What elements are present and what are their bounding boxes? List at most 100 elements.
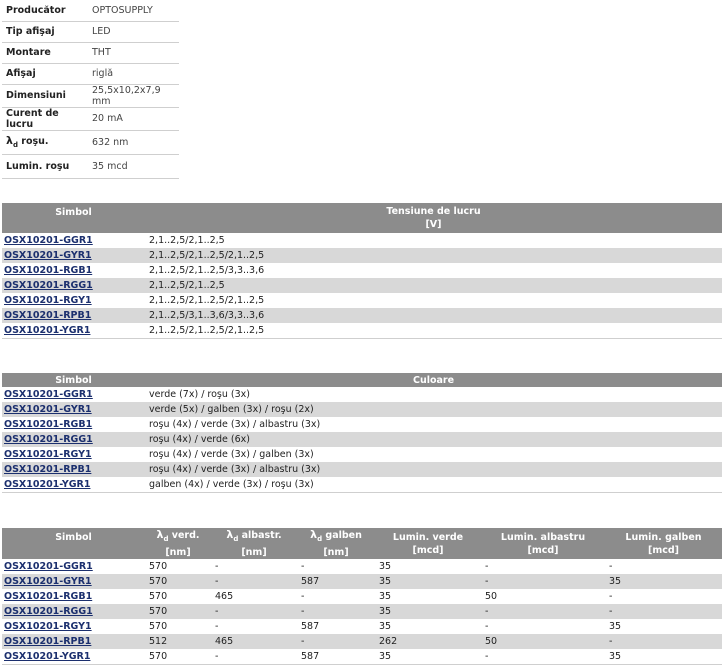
col-header-lumin-verde: Lumin. verde [mcd] bbox=[375, 528, 481, 560]
product-link[interactable]: OSX10201-RGB1 bbox=[4, 419, 92, 430]
spec-value: 35 mcd bbox=[88, 154, 179, 179]
spec-value: 25,5x10,2x7,9 mm bbox=[88, 84, 179, 108]
lambda-galben-cell: - bbox=[301, 561, 305, 573]
table-row: OSX10201-RGB1 2,1..2,5/2,1..2,5/3,3..3,6 bbox=[2, 263, 722, 278]
lambda-galben-cell: 587 bbox=[301, 621, 320, 633]
voltage-cell: 2,1..2,5/2,1..2,5/2,1..2,5 bbox=[145, 248, 722, 263]
product-link[interactable]: OSX10201-YGR1 bbox=[4, 651, 90, 662]
lambda-verde-cell: 570 bbox=[149, 561, 168, 573]
product-link[interactable]: OSX10201-GGR1 bbox=[4, 235, 93, 246]
spec-label: Montare bbox=[2, 42, 88, 64]
table-row: OSX10201-RGG1 2,1..2,5/2,1..2,5 bbox=[2, 278, 722, 293]
product-link[interactable]: OSX10201-RGB1 bbox=[4, 265, 92, 276]
lumin-verde-cell: 35 bbox=[375, 604, 481, 620]
spec-value: 632 nm bbox=[88, 130, 179, 155]
spec-label: Producător bbox=[2, 0, 88, 22]
table-row: OSX10201-RGY1 roşu (4x) / verde (3x) / ga… bbox=[2, 447, 722, 462]
lambda-galben-cell: - bbox=[297, 634, 375, 650]
lambda-verde-cell: 570 bbox=[145, 604, 211, 620]
lumin-verde-cell: 35 bbox=[375, 574, 481, 590]
spec-label-text: roşu. bbox=[21, 136, 49, 148]
col-header-simbol: Simbol bbox=[2, 373, 145, 387]
product-link[interactable]: OSX10201-RGY1 bbox=[4, 621, 92, 632]
lumin-galben-cell: 35 bbox=[609, 621, 622, 633]
lambda-galben-cell: - bbox=[297, 604, 375, 620]
lambda-verde-cell: 570 bbox=[149, 591, 168, 603]
table-row: OSX10201-RGY1 2,1..2,5/2,1..2,5/2,1..2,5 bbox=[2, 293, 722, 308]
product-link[interactable]: OSX10201-RGB1 bbox=[4, 591, 92, 602]
product-link[interactable]: OSX10201-RGG1 bbox=[4, 280, 93, 291]
lumin-verde-cell: 35 bbox=[379, 561, 392, 573]
spec-label: λd roşu. bbox=[2, 130, 88, 155]
table-row: OSX10201-GYR1 2,1..2,5/2,1..2,5/2,1..2,5 bbox=[2, 248, 722, 263]
voltage-cell: 2,1..2,5/3,1..3,6/3,3..3,6 bbox=[145, 308, 722, 323]
lambda-galben-cell: - bbox=[301, 591, 305, 603]
product-link[interactable]: OSX10201-GYR1 bbox=[4, 576, 92, 587]
table-row: OSX10201-YGR1 570-587 35-35 bbox=[2, 649, 722, 665]
lumin-galben-cell: - bbox=[605, 634, 722, 650]
col-header-lambda-albastru: λd albastr. [nm] bbox=[211, 528, 297, 560]
product-link[interactable]: OSX10201-RGG1 bbox=[4, 434, 93, 445]
spec-row: Lumin. roşu 35 mcd bbox=[2, 154, 179, 179]
lumin-galben-cell: - bbox=[609, 591, 613, 603]
col-header-lambda-verde: λd verd. [nm] bbox=[145, 528, 211, 560]
product-link[interactable]: OSX10201-RPB1 bbox=[4, 310, 91, 321]
spec-table: Producător OPTOSUPPLY Tip afişaj LED Monta… bbox=[2, 0, 179, 179]
col-header-lumin-albastru: Lumin. albastru [mcd] bbox=[481, 528, 605, 560]
optical-table: Simbol λd verd. [nm] λd albastr. [nm] λd g… bbox=[2, 528, 722, 665]
product-link[interactable]: OSX10201-RPB1 bbox=[4, 464, 91, 475]
lumin-verde-cell: 262 bbox=[375, 634, 481, 650]
lambda-symbol: λ bbox=[6, 134, 13, 148]
spec-value: riglă bbox=[88, 63, 179, 85]
color-cell: roşu (4x) / verde (3x) / albastru (3x) bbox=[145, 462, 722, 477]
color-cell: roşu (4x) / verde (3x) / albastru (3x) bbox=[149, 419, 321, 430]
color-cell: galben (4x) / verde (3x) / roşu (3x) bbox=[145, 477, 722, 493]
product-link[interactable]: OSX10201-YGR1 bbox=[4, 325, 90, 336]
product-link[interactable]: OSX10201-GYR1 bbox=[4, 250, 92, 261]
lumin-galben-cell: 35 bbox=[605, 574, 722, 590]
lumin-albastru-cell: - bbox=[481, 574, 605, 590]
lumin-verde-cell: 35 bbox=[375, 649, 481, 665]
product-link[interactable]: OSX10201-RGY1 bbox=[4, 449, 92, 460]
lambda-galben-cell: 587 bbox=[297, 574, 375, 590]
lambda-albastru-cell: - bbox=[215, 621, 219, 633]
spec-row: Dimensiuni 25,5x10,2x7,9 mm bbox=[2, 84, 179, 108]
product-link[interactable]: OSX10201-GGR1 bbox=[4, 389, 93, 400]
spec-row: Tip afişaj LED bbox=[2, 21, 179, 43]
spec-row: Afişaj riglă bbox=[2, 63, 179, 85]
table-row: OSX10201-GYR1 570-587 35-35 bbox=[2, 574, 722, 590]
spec-row: λd roşu. 632 nm bbox=[2, 130, 179, 155]
table-row: OSX10201-RGB1 roşu (4x) / verde (3x) / al… bbox=[2, 417, 722, 432]
spec-label: Afişaj bbox=[2, 63, 88, 85]
lambda-galben-cell: 587 bbox=[297, 649, 375, 665]
color-cell: roşu (4x) / verde (6x) bbox=[145, 432, 722, 447]
product-link[interactable]: OSX10201-GGR1 bbox=[4, 561, 93, 572]
lambda-albastru-cell: - bbox=[211, 574, 297, 590]
table-row: OSX10201-RPB1 2,1..2,5/3,1..3,6/3,3..3,6 bbox=[2, 308, 722, 323]
lumin-albastru-cell: - bbox=[481, 604, 605, 620]
lambda-verde-cell: 570 bbox=[145, 649, 211, 665]
lambda-sub: d bbox=[12, 141, 18, 150]
voltage-cell: 2,1..2,5/2,1..2,5/3,3..3,6 bbox=[149, 265, 265, 276]
product-link[interactable]: OSX10201-GYR1 bbox=[4, 404, 92, 415]
voltage-cell: 2,1..2,5/2,1..2,5 bbox=[145, 278, 722, 293]
table-row: OSX10201-RGY1 570 - 587 35 - 35 bbox=[2, 619, 722, 634]
table-row: OSX10201-GGR1 570 - - 35 - - bbox=[2, 559, 722, 574]
product-link[interactable]: OSX10201-YGR1 bbox=[4, 479, 90, 490]
spec-value: 20 mA bbox=[88, 107, 179, 131]
color-cell: verde (7x) / roşu (3x) bbox=[149, 389, 250, 400]
spec-label: Tip afişaj bbox=[2, 21, 88, 43]
lambda-verde-cell: 570 bbox=[145, 574, 211, 590]
col-header-tensiune: Tensiune de lucru [V] bbox=[145, 203, 722, 233]
product-link[interactable]: OSX10201-RPB1 bbox=[4, 636, 91, 647]
lambda-verde-cell: 512 bbox=[145, 634, 211, 650]
spec-label: Lumin. roşu bbox=[2, 154, 88, 179]
color-cell: roşu (4x) / verde (3x) / galben (3x) bbox=[149, 449, 314, 460]
spec-value: LED bbox=[88, 21, 179, 43]
table-row: OSX10201-GGR1 2,1..2,5/2,1..2,5 bbox=[2, 233, 722, 248]
lambda-albastru-cell: - bbox=[211, 649, 297, 665]
product-link[interactable]: OSX10201-RGG1 bbox=[4, 606, 93, 617]
product-link[interactable]: OSX10201-RGY1 bbox=[4, 295, 92, 306]
color-table: Simbol Culoare OSX10201-GGR1 verde (7x) /… bbox=[2, 373, 722, 493]
lumin-galben-cell: 35 bbox=[605, 649, 722, 665]
